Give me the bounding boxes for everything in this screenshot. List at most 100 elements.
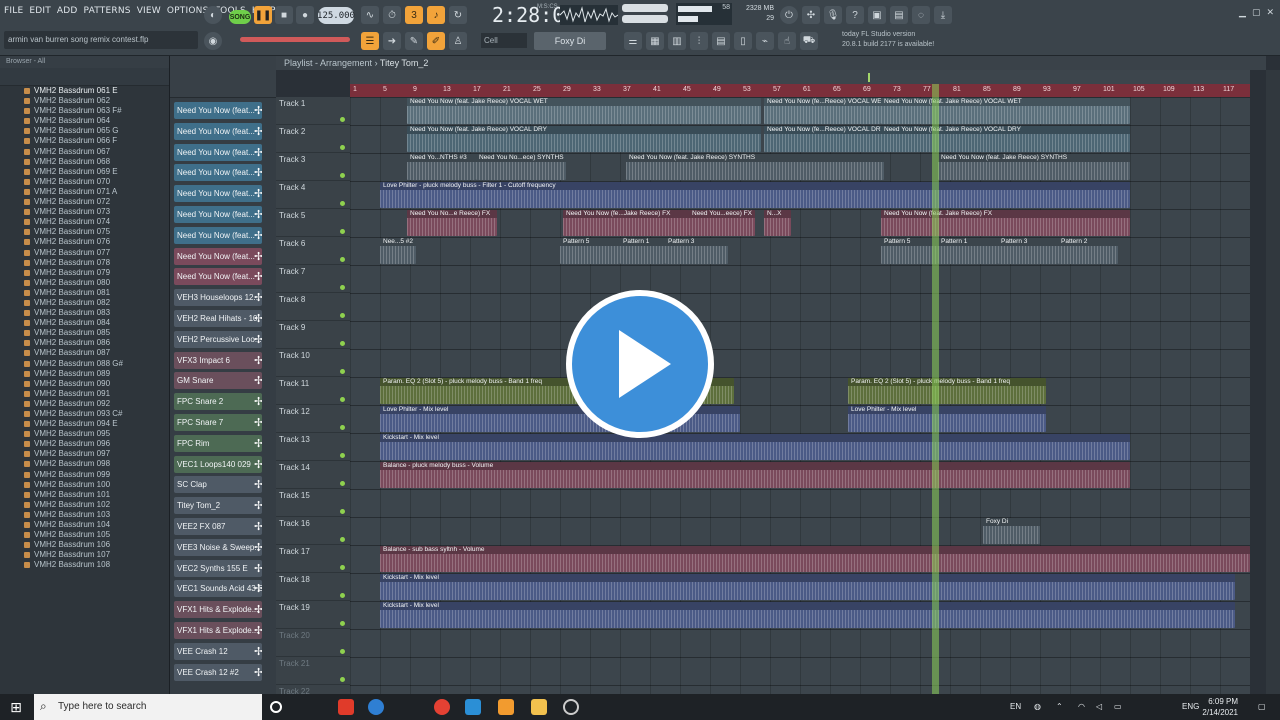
brush-icon[interactable]: ✎	[405, 32, 423, 50]
playlist-overview[interactable]	[350, 70, 1250, 84]
playlist-clip[interactable]: Kickstart - Mix level	[380, 602, 1235, 628]
browser-item[interactable]: VMH2 Bassdrum 096	[24, 439, 169, 449]
channel-options-icon[interactable]: ✢	[254, 645, 262, 658]
pattern-song-toggle-icon[interactable]: ◐	[204, 6, 222, 24]
track-mute-led[interactable]	[340, 677, 345, 682]
keyboard-indicator[interactable]: ENG	[1182, 702, 1199, 711]
channel-button[interactable]: VFX1 Hits & Explode... ✢	[174, 601, 262, 619]
track-mute-led[interactable]	[340, 621, 345, 626]
track-mute-led[interactable]	[340, 117, 345, 122]
browser-item[interactable]: VMH2 Bassdrum 102	[24, 500, 169, 510]
playlist-clip[interactable]: Love Philter - pluck melody buss - Filte…	[380, 182, 1130, 208]
channel-options-icon[interactable]: ✢	[254, 291, 262, 304]
channel-options-icon[interactable]: ✢	[254, 541, 262, 554]
playlist-clip[interactable]: Need You...eece) FX	[689, 210, 755, 236]
playlist-clip[interactable]: Need You Now (feat. Jake Reece) VOCAL DR…	[881, 126, 1130, 152]
track-mute-led[interactable]	[340, 173, 345, 178]
playlist-clip[interactable]: Kickstart - Mix level	[380, 434, 1130, 460]
channel-options-icon[interactable]: ✢	[254, 250, 262, 263]
close-icon[interactable]: ✕	[1266, 7, 1274, 18]
playlist-clip[interactable]: Balance - pluck melody buss - Volume	[380, 462, 1130, 488]
channel-button[interactable]: VEE Crash 12 #2 ✢	[174, 663, 262, 681]
pattern-selector[interactable]: Foxy Di	[534, 32, 606, 50]
playlist-clip[interactable]: Nee...5 #2	[380, 238, 416, 264]
channel-button[interactable]: VFX1 Hits & Explode... ✢	[174, 622, 262, 639]
menu-item-file[interactable]: FILE	[4, 6, 23, 16]
plugin-icon[interactable]: ▯	[734, 32, 752, 50]
track-mute-led[interactable]	[340, 229, 345, 234]
playlist-clip[interactable]: Need You No...e Reece) FX	[407, 210, 497, 236]
channel-options-icon[interactable]: ✢	[254, 104, 262, 117]
blend-notes-icon[interactable]: ♪	[427, 6, 445, 24]
track-header[interactable]: Track 17	[276, 545, 350, 573]
browser-item[interactable]: VMH2 Bassdrum 080	[24, 278, 169, 288]
microphone-icon[interactable]: 🎙	[824, 6, 842, 24]
playlist-clip[interactable]: Need Yo...NTHS #3	[407, 154, 476, 180]
channel-rack-icon[interactable]: ▦	[646, 32, 664, 50]
channel-options-icon[interactable]: ✢	[254, 624, 262, 637]
cart-icon[interactable]: ⛟	[800, 32, 818, 50]
channel-button[interactable]: VEH2 Percussive Loo... ✢	[174, 330, 262, 348]
browser-item[interactable]: VMH2 Bassdrum 088 G#	[24, 359, 169, 369]
playlist-clip[interactable]: Need You Now (feat. Jake Reece) SYNTHS	[938, 154, 1130, 180]
browser-item[interactable]: VMH2 Bassdrum 070	[24, 177, 169, 187]
track-mute-led[interactable]	[340, 257, 345, 262]
network-icon[interactable]: ◍	[1034, 702, 1041, 711]
clock[interactable]: 6:09 PM 2/14/2021	[1202, 696, 1238, 718]
channel-button[interactable]: VEC1 Loops140 029 ✢	[174, 455, 262, 473]
news-panel[interactable]: today FL Studio version 20.8.1 build 217…	[842, 30, 972, 52]
song-mode-button[interactable]: SONG	[229, 10, 251, 24]
channel-options-icon[interactable]: ✢	[254, 229, 262, 242]
channel-options-icon[interactable]: ✢	[254, 312, 262, 325]
track-header[interactable]: Track 11	[276, 377, 350, 405]
playlist-clip[interactable]: Pattern 5	[560, 238, 620, 264]
chrome-icon[interactable]	[434, 699, 450, 715]
track-header[interactable]: Track 9	[276, 321, 350, 349]
download-icon[interactable]: ⤓	[934, 6, 952, 24]
browser-item[interactable]: VMH2 Bassdrum 078	[24, 258, 169, 268]
channel-options-icon[interactable]: ✢	[254, 146, 262, 159]
browser-item[interactable]: VMH2 Bassdrum 086	[24, 338, 169, 348]
maximize-icon[interactable]: ▢	[1252, 7, 1261, 18]
browser-item[interactable]: VMH2 Bassdrum 081	[24, 288, 169, 298]
channel-button[interactable]: VEH3 Houseloops 12... ✢	[174, 289, 262, 307]
pitch-slider[interactable]	[240, 37, 350, 42]
master-knob-icon[interactable]: ◉	[204, 32, 222, 50]
browser-item[interactable]: VMH2 Bassdrum 069 E	[24, 167, 169, 177]
browser-item[interactable]: VMH2 Bassdrum 061 E	[24, 86, 169, 96]
draw-icon[interactable]: ✐	[427, 32, 445, 50]
channel-button[interactable]: VEH2 Real Hihats - 10 ✢	[174, 310, 262, 327]
playlist-grid[interactable]: Need You Now (feat. Jake Reece) VOCAL WE…	[350, 97, 1250, 694]
browser-item[interactable]: VMH2 Bassdrum 077	[24, 248, 169, 258]
playlist-clip[interactable]: Need You Now (feat. Jake Reece) VOCAL WE…	[881, 98, 1130, 124]
channel-button[interactable]: GM Snare ✢	[174, 372, 262, 390]
timeline-ruler[interactable]: 1 5 9 13 17 21 25 29 33 37 41 45 49 53 57 61 65 69 73 77 81 8…	[350, 84, 1250, 97]
browser-item[interactable]: VMH2 Bassdrum 106	[24, 540, 169, 550]
browser-item[interactable]: VMH2 Bassdrum 084	[24, 318, 169, 328]
browser-item[interactable]: VMH2 Bassdrum 098	[24, 459, 169, 469]
render-icon[interactable]: ▤	[890, 6, 908, 24]
playlist-clip[interactable]: Pattern 3	[665, 238, 728, 264]
channel-options-icon[interactable]: ✢	[254, 458, 262, 471]
track-mute-led[interactable]	[340, 537, 345, 542]
track-mute-led[interactable]	[340, 425, 345, 430]
track-mute-led[interactable]	[340, 397, 345, 402]
browser-item[interactable]: VMH2 Bassdrum 100	[24, 480, 169, 490]
menu-item-patterns[interactable]: PATTERNS	[84, 6, 131, 16]
browser-item[interactable]: VMH2 Bassdrum 073	[24, 207, 169, 217]
playlist-clip[interactable]: Balance - sub bass syltnh - Volume	[380, 546, 1250, 572]
fl-studio-taskbar-icon[interactable]	[498, 699, 514, 715]
browser-item[interactable]: VMH2 Bassdrum 089	[24, 369, 169, 379]
channel-options-icon[interactable]: ✢	[254, 520, 262, 533]
channel-options-icon[interactable]: ✢	[254, 582, 262, 595]
playlist-clip[interactable]: Param. EQ 2 (Slot 5) - pluck melody buss…	[848, 378, 1046, 404]
playlist-clip[interactable]: Foxy Di	[983, 518, 1040, 544]
browser-item[interactable]: VMH2 Bassdrum 091	[24, 389, 169, 399]
channel-button[interactable]: Need You Now (feat... ✢	[174, 102, 262, 119]
playlist-clip[interactable]: Need You Now (fe...Jake Reece) FX	[563, 210, 689, 236]
track-header[interactable]: Track 5	[276, 209, 350, 237]
channel-button[interactable]: Need You Now (feat... ✢	[174, 247, 262, 265]
track-mute-led[interactable]	[340, 509, 345, 514]
track-mute-led[interactable]	[340, 369, 345, 374]
browser-item[interactable]: VMH2 Bassdrum 062	[24, 96, 169, 106]
